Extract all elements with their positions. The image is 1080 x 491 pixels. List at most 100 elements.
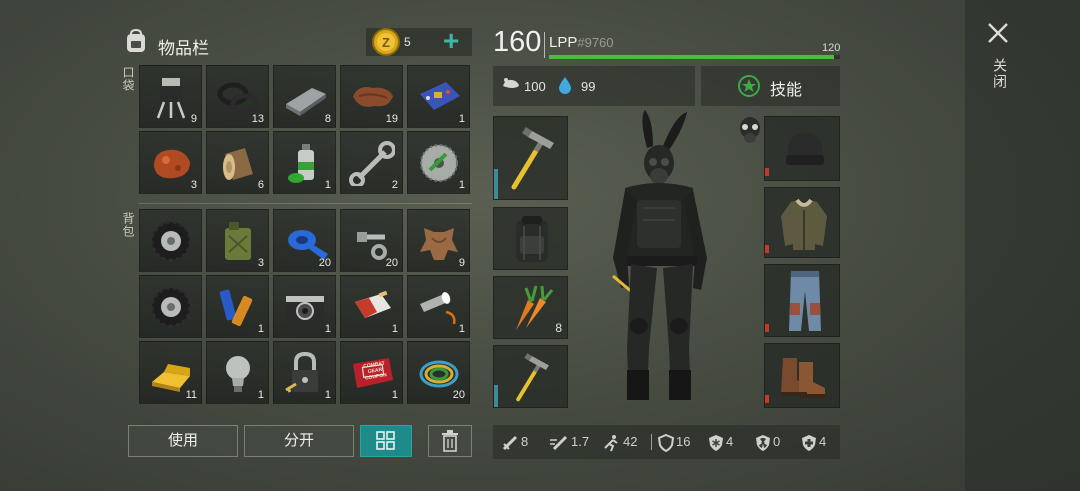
split-button[interactable]: 分开 <box>244 425 354 457</box>
use-button[interactable]: 使用 <box>128 425 238 457</box>
inventory-slot[interactable]: 3 <box>139 131 202 194</box>
stats-divider <box>651 434 652 450</box>
transistor-icon <box>156 78 186 119</box>
inventory-slot[interactable]: 1 <box>206 275 269 338</box>
durability-bar <box>765 324 769 332</box>
torso-slot[interactable] <box>764 187 840 258</box>
running-icon <box>604 434 618 451</box>
legs-slot[interactable] <box>764 264 840 337</box>
cold-resist-value: 4 <box>726 434 734 449</box>
inventory-slot[interactable]: 3 <box>206 209 269 272</box>
inventory-slot[interactable]: 1 <box>340 275 403 338</box>
water-value: 99 <box>581 79 596 94</box>
item-count: 20 <box>385 257 398 269</box>
bio-value: 4 <box>819 434 827 449</box>
xp-bar-fill <box>549 55 835 59</box>
combat-stats-bar: 8 1.7 42 16 4 0 4 <box>493 425 840 459</box>
section-divider <box>138 203 472 204</box>
tire-icon <box>150 220 192 262</box>
trash-button[interactable] <box>428 425 472 457</box>
trash-icon <box>442 430 458 452</box>
item-count: 1 <box>324 389 331 401</box>
inventory-slot[interactable]: 1 <box>407 275 470 338</box>
inventory-slot[interactable]: 1 <box>407 131 470 194</box>
food-icon <box>501 76 521 99</box>
inventory-slot[interactable]: 9 <box>139 65 202 128</box>
item-count: 1 <box>391 389 398 401</box>
close-panel[interactable]: 关闭 <box>965 0 1080 491</box>
inventory-slot[interactable] <box>139 275 202 338</box>
item-count: 19 <box>385 113 398 125</box>
durability-bar <box>494 385 498 407</box>
level-divider <box>544 32 545 58</box>
spray-can-icon <box>288 144 314 183</box>
log-icon <box>223 148 253 180</box>
inventory-slot[interactable]: 9 <box>407 209 470 272</box>
inventory-slot[interactable]: 19 <box>340 65 403 128</box>
inventory-slot[interactable]: 1 <box>273 275 336 338</box>
cigarettes-icon <box>355 290 391 318</box>
metal-bar-icon <box>286 88 326 116</box>
jacket-icon <box>781 198 827 250</box>
skills-button[interactable]: 技能 <box>701 66 840 106</box>
batteries-icon <box>219 289 253 327</box>
hammer-icon <box>511 127 554 190</box>
pocket-label: 口袋 <box>121 66 135 92</box>
coin-count: 5 <box>404 35 411 49</box>
animal-hide-icon <box>420 228 458 260</box>
item-count: 3 <box>190 179 197 191</box>
inventory-slot[interactable]: 13 <box>206 65 269 128</box>
gas-mask-icon[interactable] <box>737 116 763 146</box>
inventory-slot[interactable]: COMBAT GEAR COUPON 1 <box>340 341 403 404</box>
primary-weapon-slot[interactable] <box>493 116 568 200</box>
backpack-label: 背包 <box>121 212 135 238</box>
grid-view-button[interactable] <box>360 425 412 457</box>
tactical-backpack-icon <box>516 216 548 262</box>
wrench-icon <box>349 141 395 186</box>
character-model <box>595 108 755 408</box>
head-slot[interactable] <box>764 116 840 181</box>
durability-bar <box>765 168 769 176</box>
radiation-shield-icon <box>756 434 770 451</box>
attack-stat: 8 <box>501 425 528 459</box>
inventory-slot[interactable]: 6 <box>206 131 269 194</box>
carrot-count: 8 <box>555 321 562 335</box>
inventory-slot[interactable]: 20 <box>407 341 470 404</box>
inventory-slot[interactable]: 11 <box>139 341 202 404</box>
shield-icon <box>657 433 675 452</box>
inventory-slot[interactable] <box>139 209 202 272</box>
attack-speed-stat: 1.7 <box>549 425 589 459</box>
close-label: 关闭 <box>992 58 1008 90</box>
feet-slot[interactable] <box>764 343 840 408</box>
inventory-slot[interactable]: 1 <box>407 65 470 128</box>
item-count: 1 <box>458 323 465 335</box>
resin-icon <box>154 149 190 179</box>
sword-icon <box>502 435 518 450</box>
player-name: LPP <box>549 34 578 51</box>
food-slot[interactable]: 8 <box>493 276 568 339</box>
inventory-title: 物品栏 <box>158 39 209 58</box>
secondary-weapon-slot[interactable] <box>493 345 568 408</box>
inventory-slot[interactable]: 2 <box>340 131 403 194</box>
water-icon <box>558 76 572 99</box>
circuit-board-icon <box>420 82 460 110</box>
inventory-slot[interactable]: 1 <box>273 131 336 194</box>
inventory-slot[interactable]: 1 <box>273 341 336 404</box>
padlock-icon <box>285 351 318 393</box>
defense-stat: 16 <box>657 425 690 459</box>
inventory-slot[interactable]: 1 <box>206 341 269 404</box>
cold-resist-stat: 4 <box>708 425 733 459</box>
item-count: 20 <box>452 389 465 401</box>
add-coins-button[interactable]: + <box>443 24 459 58</box>
bio-shield-icon <box>802 434 816 451</box>
inventory-slot[interactable]: 8 <box>273 65 336 128</box>
carrot-icon <box>516 285 554 330</box>
fast-sword-icon <box>550 435 568 450</box>
inventory-slot[interactable]: 20 <box>340 209 403 272</box>
xp-bar <box>549 55 840 59</box>
boots-icon <box>781 358 825 398</box>
item-count: 20 <box>318 257 331 269</box>
snowflake-shield-icon <box>709 434 723 451</box>
backpack-slot[interactable] <box>493 207 568 270</box>
inventory-slot[interactable]: 20 <box>273 209 336 272</box>
